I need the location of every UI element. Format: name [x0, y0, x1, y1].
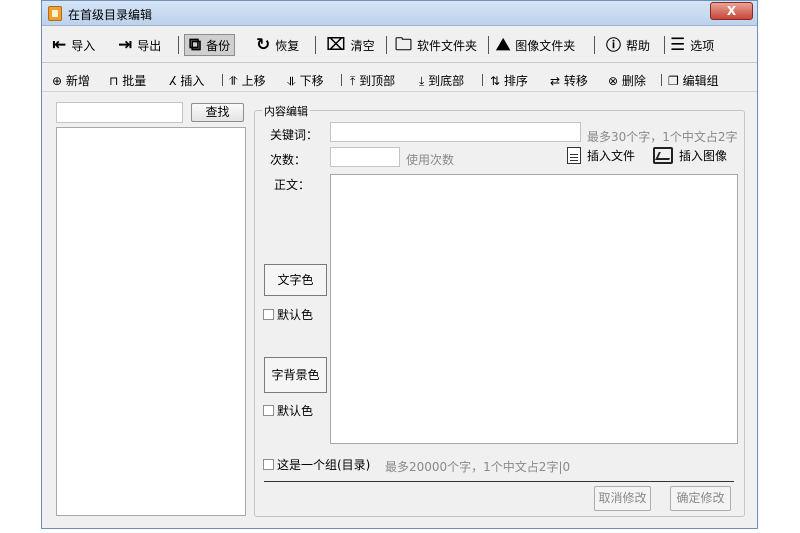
- sort-icon: ⇅: [490, 74, 501, 88]
- text-color-button[interactable]: 文字色: [264, 264, 327, 296]
- up-icon: ⥣: [229, 74, 238, 88]
- default-color-checkbox-1[interactable]: 默认色: [263, 306, 313, 323]
- body-label: 正文：: [274, 178, 311, 192]
- options-button[interactable]: ☰ 选项: [670, 34, 714, 56]
- add-button[interactable]: ⊕ 新增: [52, 72, 90, 89]
- backup-icon: ⧉: [189, 35, 202, 55]
- title-bar: 在首级目录编辑 X: [42, 1, 757, 26]
- import-button[interactable]: ⇤ 导入: [52, 34, 95, 56]
- move-up-button[interactable]: ⥣ 上移: [229, 72, 266, 89]
- help-button[interactable]: ⓘ 帮助: [606, 34, 650, 56]
- batch-button[interactable]: ⊓ 批量: [109, 72, 146, 89]
- keyword-hint: 最多30个字，1个中文占2字: [587, 130, 738, 144]
- image-icon: [653, 147, 673, 164]
- search-input[interactable]: [56, 102, 183, 123]
- options-icon: ☰: [670, 35, 686, 55]
- keyword-input[interactable]: [330, 122, 581, 142]
- transfer-button[interactable]: ⇄ 转移: [550, 72, 588, 89]
- body-textarea[interactable]: [330, 174, 738, 444]
- divider: [264, 481, 734, 482]
- file-icon: [567, 147, 581, 164]
- insert-icon: ⵃ: [169, 74, 177, 88]
- to-bottom-button[interactable]: ⤓ 到底部: [419, 72, 464, 89]
- restore-icon: ↻: [256, 35, 271, 55]
- image-folder-button[interactable]: ⛰ 图像文件夹: [496, 34, 575, 56]
- sort-button[interactable]: ⇅ 排序: [490, 72, 528, 89]
- item-toolbar: ⊕ 新增 ⊓ 批量 ⵃ 插入 ⥣ 上移 ⥥ 下移 ⤒ 到顶部 ⤓ 到底部 ⇅ 排…: [42, 66, 757, 92]
- import-icon: ⇤: [52, 35, 67, 55]
- folder-icon: 🗀: [395, 35, 412, 55]
- down-icon: ⥥: [287, 74, 296, 88]
- delete-icon: ⊗: [608, 74, 619, 88]
- insert-button[interactable]: ⵃ 插入: [169, 72, 204, 89]
- default-color-checkbox-2[interactable]: 默认色: [263, 402, 313, 419]
- backup-button[interactable]: ⧉ 备份: [184, 34, 236, 56]
- item-list[interactable]: [56, 127, 246, 516]
- export-icon: ⇥: [118, 35, 133, 55]
- search-button[interactable]: 查找: [191, 103, 244, 122]
- image-icon: ⛰: [496, 35, 511, 55]
- move-down-button[interactable]: ⥥ 下移: [287, 72, 324, 89]
- bg-color-button[interactable]: 字背景色: [264, 357, 327, 393]
- body-hint: 最多20000个字，1个中文占2字|0: [385, 460, 571, 474]
- count-hint: 使用次数: [406, 153, 455, 167]
- insert-image-button[interactable]: 插入图像: [653, 147, 727, 164]
- to-bottom-icon: ⤓: [419, 74, 425, 88]
- app-icon: [48, 6, 62, 21]
- main-toolbar: ⇤ 导入 ⇥ 导出 ⧉ 备份 ↻ 恢复 ⌧ 清空 🗀 软件文件夹 ⛰ 图像文件夹…: [42, 27, 757, 63]
- count-label: 次数：: [270, 153, 307, 167]
- to-top-icon: ⤒: [350, 74, 356, 88]
- count-input[interactable]: [330, 147, 400, 167]
- restore-button[interactable]: ↻ 恢复: [256, 34, 299, 56]
- confirm-button[interactable]: 确定修改: [670, 486, 731, 511]
- batch-icon: ⊓: [109, 74, 119, 88]
- to-top-button[interactable]: ⤒ 到顶部: [350, 72, 395, 89]
- close-button[interactable]: X: [710, 2, 753, 20]
- is-group-checkbox[interactable]: 这是一个组(目录): [263, 456, 370, 473]
- group-legend: 内容编辑: [262, 103, 310, 119]
- delete-button[interactable]: ⊗ 删除: [608, 72, 646, 89]
- help-icon: ⓘ: [606, 36, 622, 54]
- plus-icon: ⊕: [52, 74, 63, 88]
- keyword-label: 关键词：: [270, 128, 319, 142]
- edit-group-icon: ❐: [668, 74, 679, 88]
- cancel-button[interactable]: 取消修改: [594, 486, 651, 511]
- insert-file-button[interactable]: 插入文件: [567, 147, 635, 164]
- trash-icon: ⌧: [326, 35, 346, 55]
- app-folder-button[interactable]: 🗀 软件文件夹: [395, 34, 477, 56]
- clear-button[interactable]: ⌧ 清空: [326, 34, 375, 56]
- export-button[interactable]: ⇥ 导出: [118, 34, 161, 56]
- window-title: 在首级目录编辑: [68, 8, 153, 22]
- edit-group-button[interactable]: ❐ 编辑组: [668, 72, 719, 89]
- transfer-icon: ⇄: [550, 74, 561, 88]
